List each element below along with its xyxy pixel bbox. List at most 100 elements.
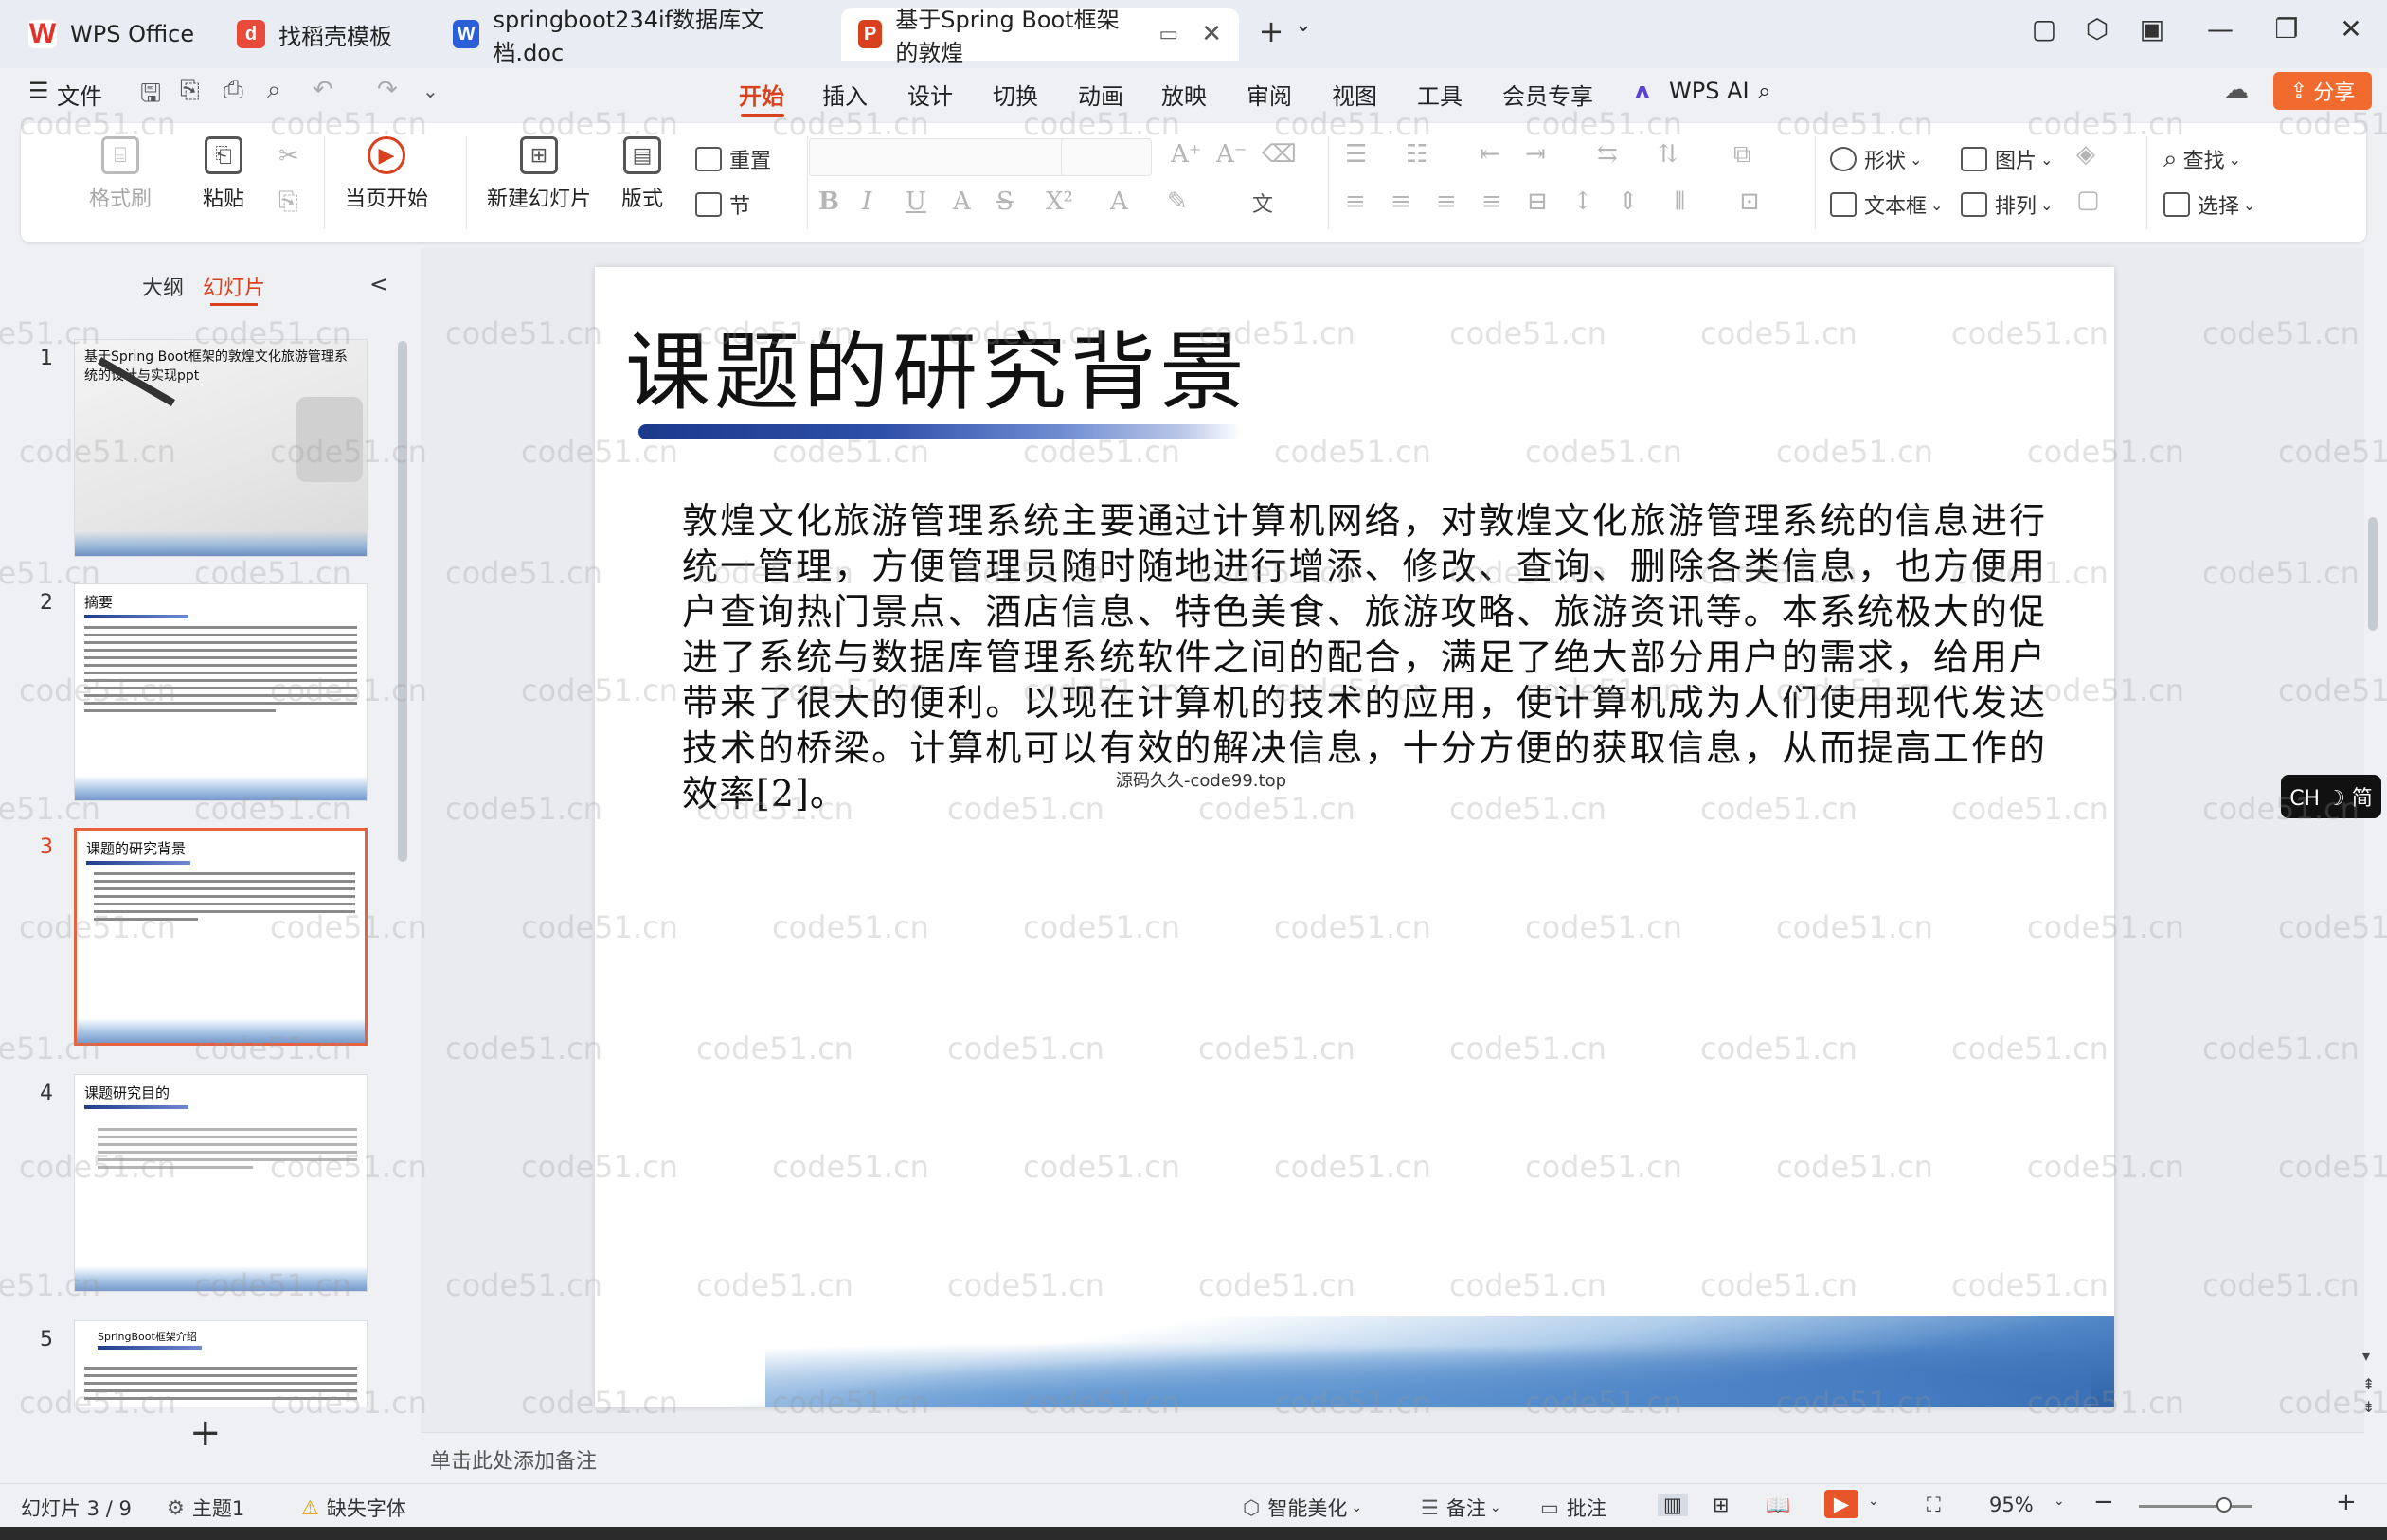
underline-icon[interactable]: U [906,188,926,216]
tab-presentation[interactable]: P 基于Spring Boot框架的敦煌 ▭ ✕ [841,7,1239,66]
menu-animation[interactable]: 动画 [1078,78,1123,111]
increase-indent-icon[interactable]: ⇥ [1525,140,1546,169]
chevron-down-icon[interactable]: ⌄ [1868,1494,1879,1509]
cut-icon[interactable]: ✂ [278,142,299,170]
strikethrough-icon[interactable]: S [996,188,1014,216]
menu-transition[interactable]: 切换 [993,78,1038,111]
tab-docer-templates[interactable]: d 找稻壳模板 [220,8,430,61]
zoom-out-icon[interactable]: − [2093,1488,2114,1516]
scroll-prev-slide-icon[interactable]: ⇞ [2362,1375,2375,1393]
slide-thumbnail-4[interactable]: 课题研究目的 [74,1074,368,1292]
picture-button[interactable]: 图片 ⌄ [1961,144,2053,174]
menu-review[interactable]: 审阅 [1247,78,1292,111]
zoom-level[interactable]: 95% [1989,1494,2034,1516]
select-button[interactable]: 选择 ⌄ [2163,189,2255,220]
reading-view-icon[interactable]: 📖 [1766,1494,1790,1517]
vertical-align-icon[interactable]: ⊡ [1739,188,1760,216]
play-current-slide-button[interactable]: ▶ 当页开始 [345,136,428,212]
bold-icon[interactable]: B [818,188,839,216]
menu-design[interactable]: 设计 [907,78,953,111]
convert-smartart-icon[interactable]: ⧉ [1733,140,1751,170]
font-size-select[interactable] [1061,138,1152,176]
paragraph-spacing-icon[interactable]: ⇕ [1618,188,1639,216]
layout-button[interactable]: ▤ 版式 [621,136,663,212]
notes-pane[interactable]: 单击此处添加备注 [421,1432,2364,1481]
menu-view[interactable]: 视图 [1332,78,1377,111]
menu-insert[interactable]: 插入 [822,78,868,111]
menu-home[interactable]: 开始 [739,78,784,111]
reset-button[interactable]: 重置 [695,144,771,174]
slides-panel-scrollbar[interactable] [398,341,407,862]
avatar[interactable]: ▣ [2131,13,2173,45]
align-center-icon[interactable]: ≡ [1391,188,1411,216]
export-icon[interactable]: ⎘ [180,76,200,105]
search-icon[interactable]: ⌕ [1758,78,1770,104]
window-layout-icon[interactable]: ▢ [2023,13,2065,45]
slide-thumbnail-2[interactable]: 摘要 [74,583,368,801]
tab-word-document[interactable]: W springboot234if数据库文档.doc [436,7,834,66]
maximize-icon[interactable]: ❐ [2266,13,2307,45]
slide-thumbnail-1[interactable]: 基于Spring Boot框架的敦煌文化旅游管理系统的设计与实现ppt [74,339,368,557]
text-shadow-icon[interactable]: A [953,188,971,216]
notes-placeholder[interactable]: 单击此处添加备注 [430,1444,597,1475]
arrange-button[interactable]: 排列 ⌄ [1961,189,2053,220]
close-window-icon[interactable]: ✕ [2330,13,2372,45]
paste-button[interactable]: ⎗ 粘贴 [203,136,244,212]
tab-list-button[interactable]: ⌄ [1283,13,1324,37]
print-icon[interactable]: ⎙ [224,76,243,105]
format-painter-button[interactable]: ⌸ 格式刷 [89,136,152,212]
missing-font-button[interactable]: ⚠ 缺失字体 [301,1494,406,1522]
menu-slideshow[interactable]: 放映 [1161,78,1207,111]
zoom-slider[interactable] [2139,1505,2252,1508]
save-icon[interactable]: 🖫 [140,76,161,117]
print-preview-icon[interactable]: ⌕ [267,76,281,105]
sort-icon[interactable]: ⇅ [1658,140,1678,169]
comments-button[interactable]: ▭ 批注 [1540,1494,1606,1522]
hamburger-icon[interactable]: ☰ [28,78,49,104]
fill-icon[interactable]: ◈ [2076,140,2095,169]
tab-wps-office[interactable]: W WPS Office [11,8,220,61]
slide-body-text[interactable]: 敦煌文化旅游管理系统主要通过计算机网络，对敦煌文化旅游管理系统的信息进行统一管理… [682,498,2046,816]
normal-view-icon[interactable]: ▥ [1658,1494,1688,1516]
ime-indicator[interactable]: CH ☽ 简 [2281,775,2381,818]
scroll-next-slide-icon[interactable]: ⇟ [2362,1398,2375,1416]
slide-thumbnail-3[interactable]: 课题的研究背景 [74,828,368,1046]
chevron-down-icon[interactable]: ⌄ [2054,1494,2065,1509]
decrease-indent-icon[interactable]: ⇤ [1480,140,1500,169]
wps-ai-icon[interactable]: ᴧ [1635,78,1650,104]
clear-format-icon[interactable]: ⌫ [1262,140,1297,169]
slide-title[interactable]: 课题的研究背景 [625,303,1248,426]
menu-tools[interactable]: 工具 [1417,78,1463,111]
font-family-select[interactable] [809,138,1074,176]
minimize-icon[interactable]: — [2199,13,2241,45]
add-slide-button[interactable]: + [189,1411,222,1455]
align-right-icon[interactable]: ≡ [1436,188,1457,216]
bullet-list-icon[interactable]: ☰ [1345,140,1367,169]
outline-icon[interactable]: ▢ [2076,186,2100,214]
screen-icon[interactable]: ▭ [1158,23,1178,46]
distribute-icon[interactable]: ⊟ [1527,188,1548,216]
cloud-upload-icon[interactable]: ☁ [2224,76,2249,104]
fit-window-icon[interactable]: ⛶ [1927,1494,1941,1517]
zoom-in-icon[interactable]: + [2336,1488,2357,1516]
redo-icon[interactable]: ↷ [377,76,398,104]
tab-outline[interactable]: 大纲 [142,271,184,301]
justify-icon[interactable]: ≡ [1481,188,1502,216]
italic-icon[interactable]: I [862,188,871,216]
cube-icon[interactable]: ⬡ [2076,13,2118,45]
superscript-icon[interactable]: X² [1046,188,1073,216]
slide-sorter-icon[interactable]: ⊞ [1713,1494,1730,1516]
theme-button[interactable]: ⚙ 主题1 [167,1494,244,1522]
notes-toggle-button[interactable]: ☰ 备注 ⌄ [1421,1494,1501,1522]
line-spacing-icon[interactable]: ↕ [1572,188,1593,216]
zoom-slider-handle[interactable] [2216,1497,2232,1513]
numbered-list-icon[interactable]: ☷ [1406,140,1427,169]
collapse-panel-icon[interactable]: < [369,271,388,297]
tab-slides[interactable]: 幻灯片 [203,271,265,301]
undo-icon[interactable]: ↶ [313,76,333,104]
share-button[interactable]: ⇪ 分享 [2273,72,2372,110]
highlight-icon[interactable]: ✎ [1167,188,1188,216]
decrease-font-icon[interactable]: A⁻ [1216,140,1247,169]
smart-beautify-button[interactable]: ⬡ 智能美化 ⌄ [1243,1494,1362,1522]
menu-file[interactable]: 文件 [57,78,102,111]
